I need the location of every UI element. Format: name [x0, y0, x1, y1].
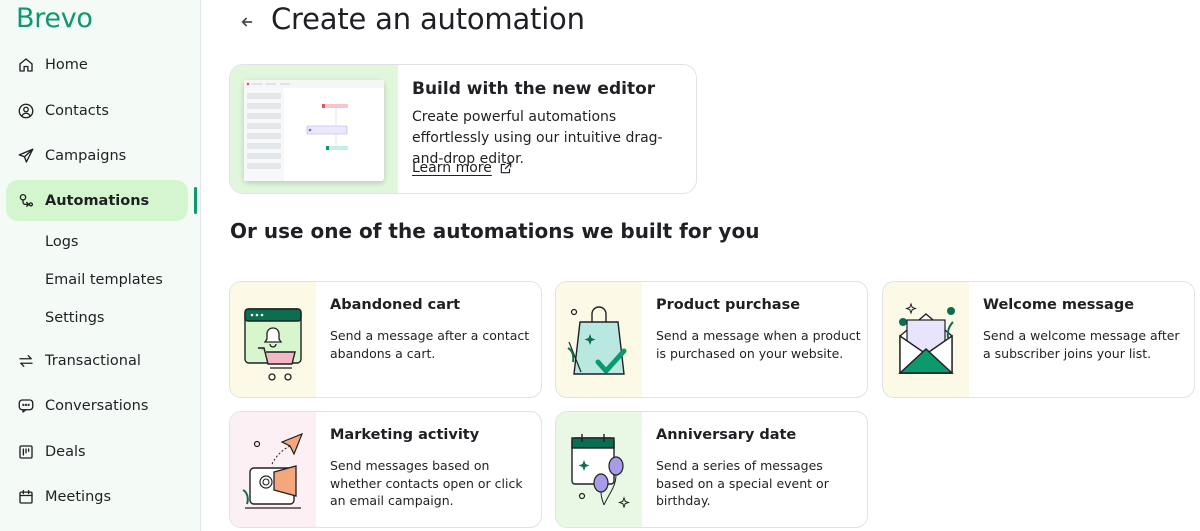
megaphone-illustration: [242, 432, 304, 509]
template-description: Send a welcome message after a subscribe…: [983, 328, 1180, 361]
template-card-abandoned-cart[interactable]: Abandoned cart Send a message after a co…: [229, 281, 542, 398]
sidebar-item-meetings[interactable]: Meetings: [6, 476, 188, 517]
template-name: Welcome message: [983, 297, 1135, 313]
send-icon: [16, 146, 36, 166]
new-editor-card[interactable]: Build with the new editor Create powerfu…: [229, 64, 697, 194]
sidebar-item-label: Meetings: [45, 488, 112, 505]
template-description: Send a series of messages based on a spe…: [656, 458, 829, 508]
envelope-illustration: [898, 302, 955, 374]
template-name: Marketing activity: [330, 427, 480, 443]
brevo-logo[interactable]: Brevo: [16, 3, 93, 34]
sidebar-item-label: Home: [45, 56, 88, 73]
template-description: Send a message after a contact abandons …: [330, 328, 530, 361]
sidebar-subitem-logs[interactable]: Logs: [45, 234, 78, 250]
sidebar-item-deals[interactable]: Deals: [6, 431, 188, 472]
page-title: Create an automation: [271, 2, 585, 36]
sidebar-item-transactional[interactable]: Transactional: [6, 340, 188, 381]
calendar-balloons-illustration: [571, 434, 630, 509]
sidebar-item-label: Deals: [45, 443, 86, 460]
home-icon: [16, 55, 36, 75]
sidebar-item-automations[interactable]: Automations: [6, 180, 188, 221]
back-button[interactable]: [236, 10, 258, 34]
template-name: Anniversary date: [656, 427, 797, 443]
template-description: Send a message when a product is purchas…: [656, 328, 861, 361]
sidebar-item-label: Conversations: [45, 397, 149, 414]
sidebar-item-home[interactable]: Home: [6, 44, 188, 85]
editor-preview: [230, 65, 398, 193]
template-card-anniversary-date[interactable]: Anniversary date Send a series of messag…: [555, 411, 868, 528]
template-thumbnail: [230, 412, 316, 527]
template-thumbnail: [556, 412, 642, 527]
sidebar-item-contacts[interactable]: Contacts: [6, 90, 188, 131]
template-description: Send messages based on whether contacts …: [330, 458, 523, 508]
editor-title: Build with the new editor: [412, 79, 656, 99]
sidebar-item-campaigns[interactable]: Campaigns: [6, 135, 188, 176]
calendar-icon: [16, 487, 36, 507]
section-title: Or use one of the automations we built f…: [230, 219, 760, 243]
learn-more-link[interactable]: Learn more: [412, 160, 513, 176]
automation-icon: [16, 191, 36, 211]
arrow-left-icon: [241, 17, 253, 27]
sidebar-item-conversations[interactable]: Conversations: [6, 385, 188, 426]
template-card-welcome-message[interactable]: Welcome message Send a welcome message a…: [882, 281, 1195, 398]
sidebar-subitem-settings[interactable]: Settings: [45, 310, 104, 326]
sidebar-item-label: Campaigns: [45, 147, 127, 164]
user-circle-icon: [16, 101, 36, 121]
template-card-marketing-activity[interactable]: Marketing activity Send messages based o…: [229, 411, 542, 528]
sidebar: Brevo Home Contacts Campaigns Automation…: [0, 0, 201, 531]
editor-screenshot-image: [244, 80, 384, 181]
external-link-icon: [500, 162, 512, 174]
template-card-product-purchase[interactable]: Product purchase Send a message when a p…: [555, 281, 868, 398]
sidebar-item-label: Contacts: [45, 102, 109, 119]
sidebar-item-label: Automations: [45, 192, 150, 209]
sidebar-subitem-email-templates[interactable]: Email templates: [45, 272, 163, 288]
chat-icon: [16, 396, 36, 416]
arrows-exchange-icon: [16, 351, 36, 371]
template-name: Product purchase: [656, 297, 801, 313]
cart-illustration: [244, 308, 302, 381]
kanban-icon: [16, 442, 36, 462]
learn-more-label: Learn more: [412, 160, 492, 176]
template-thumbnail: [556, 282, 642, 397]
template-thumbnail: [883, 282, 969, 397]
template-name: Abandoned cart: [330, 297, 461, 313]
sidebar-item-label: Transactional: [45, 352, 141, 369]
shopping-bag-illustration: [567, 306, 627, 375]
active-indicator: [194, 187, 197, 214]
template-thumbnail: [230, 282, 316, 397]
